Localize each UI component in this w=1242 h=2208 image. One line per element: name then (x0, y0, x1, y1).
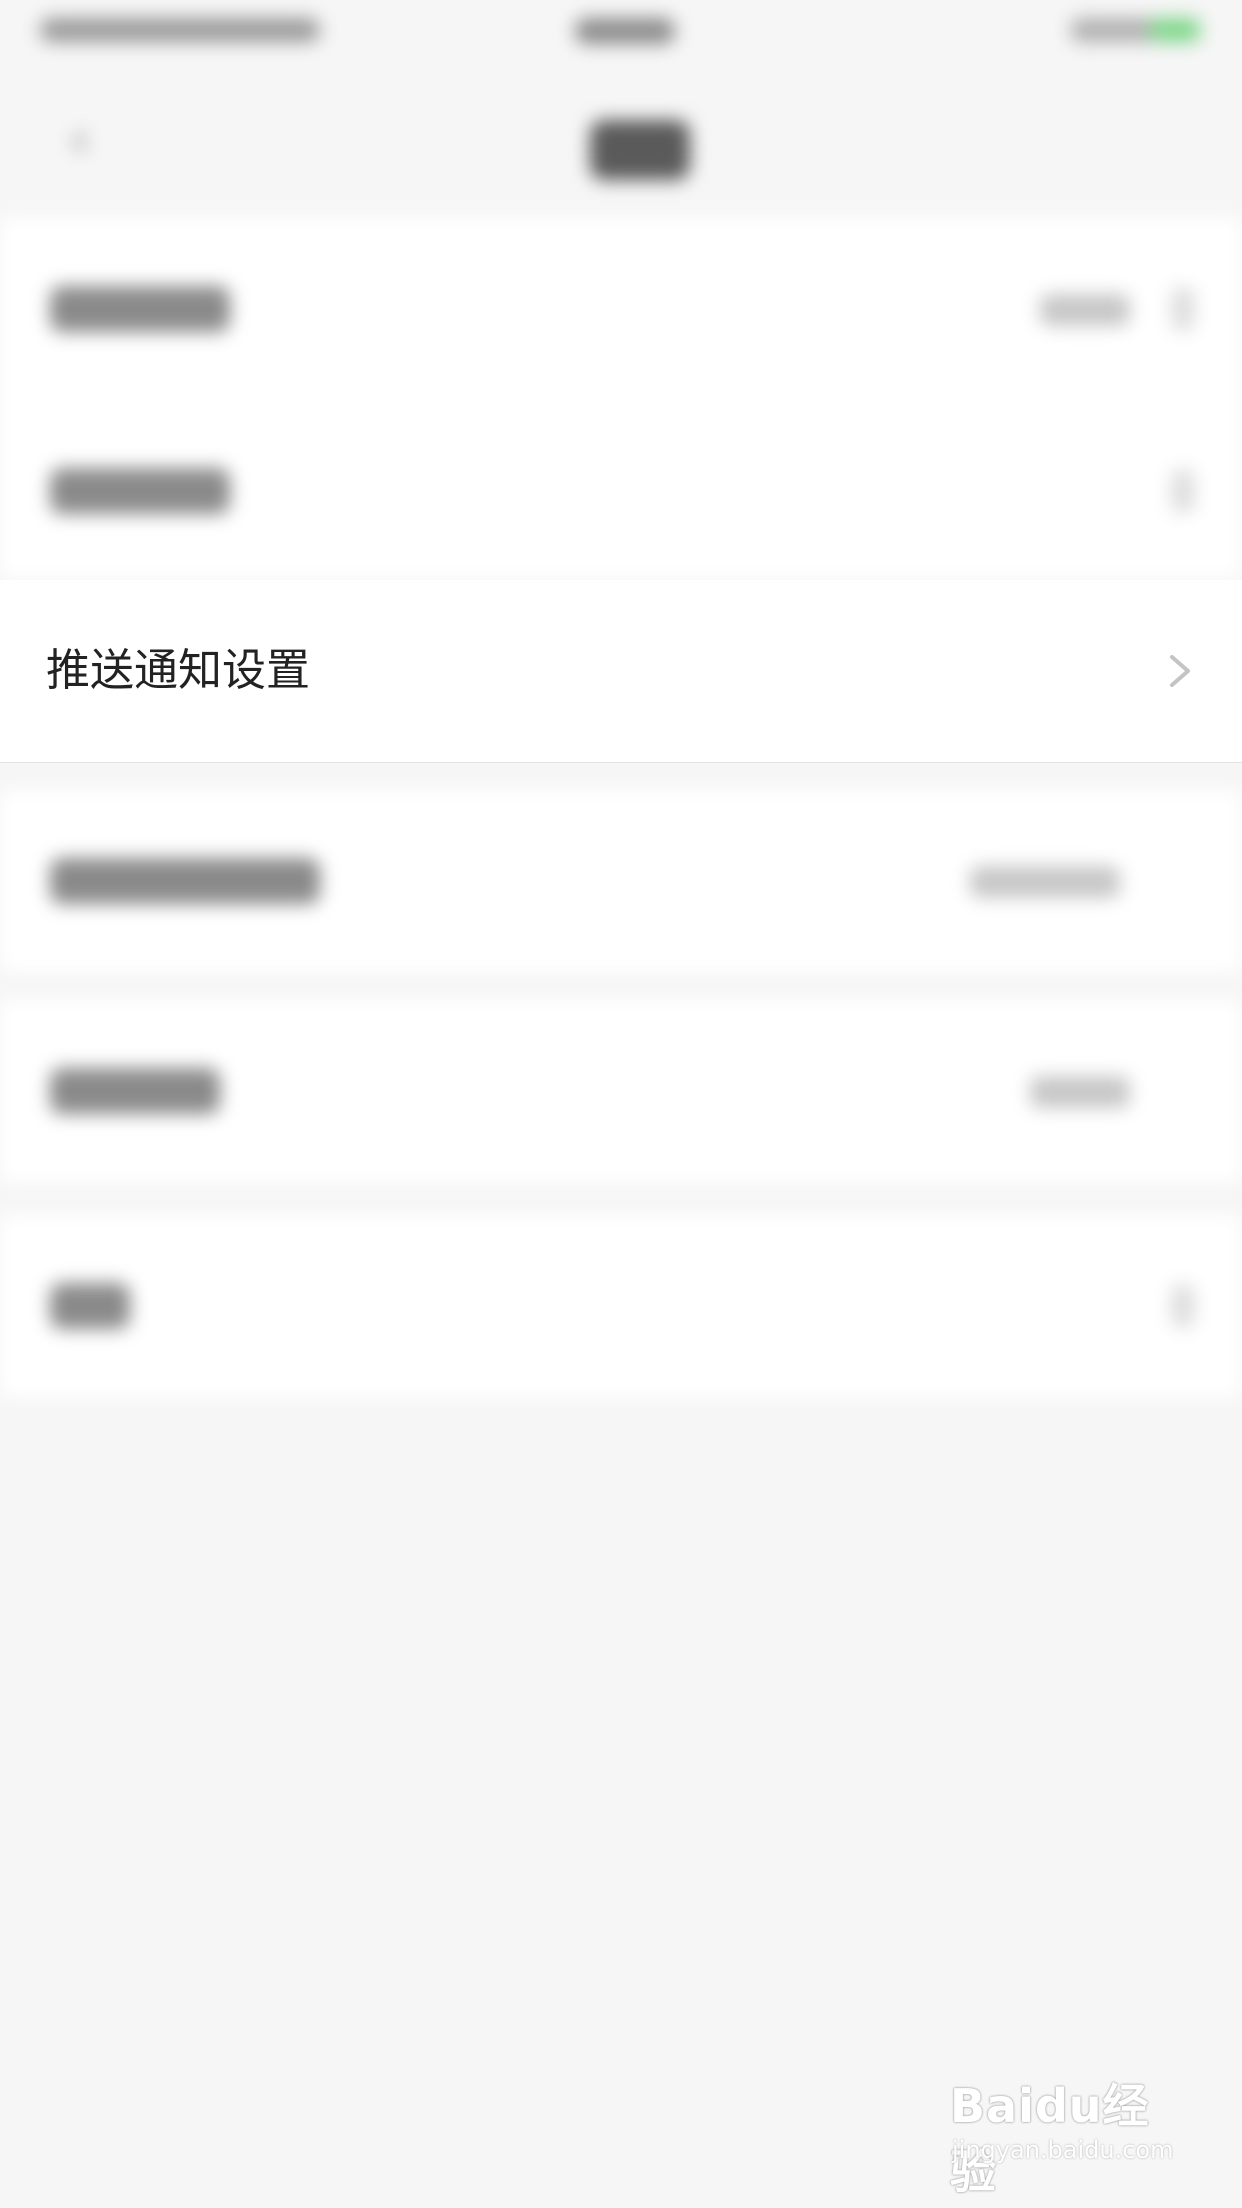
row-label (50, 1283, 130, 1329)
settings-row[interactable] (0, 1215, 1242, 1397)
settings-group-2 (0, 790, 1242, 972)
row-label (50, 286, 230, 332)
push-notification-settings-row[interactable]: 推送通知设置 (0, 580, 1242, 763)
settings-row[interactable] (0, 218, 1242, 400)
status-carrier (40, 18, 320, 42)
push-notification-settings-label: 推送通知设置 (46, 645, 310, 696)
row-label (50, 468, 230, 514)
page-title (590, 120, 690, 180)
baidu-jingyan-watermark: Baidu经验 jingyan.baidu.com (950, 2070, 1190, 2199)
row-value (1030, 1076, 1130, 1108)
row-label (50, 858, 320, 904)
chevron-right-icon (1172, 1285, 1194, 1327)
settings-group-3 (0, 1000, 1242, 1182)
settings-row[interactable] (0, 1000, 1242, 1182)
navigation-bar: ‹ (0, 70, 1242, 220)
status-bar (0, 0, 1242, 70)
row-value (970, 866, 1120, 898)
settings-group-1 (0, 218, 1242, 578)
row-label (50, 1068, 220, 1114)
chevron-right-icon (1172, 288, 1194, 330)
settings-row[interactable] (0, 790, 1242, 972)
watermark-url: jingyan.baidu.com (952, 2136, 1174, 2164)
row-value (1040, 294, 1130, 326)
battery-icon (1150, 18, 1200, 42)
chevron-right-icon (1172, 470, 1194, 512)
status-indicators (1070, 18, 1160, 42)
settings-row[interactable] (0, 400, 1242, 582)
back-arrow-icon[interactable]: ‹ (70, 110, 110, 170)
status-time (575, 18, 675, 44)
chevron-right-icon (1170, 655, 1190, 687)
settings-group-4 (0, 1215, 1242, 1397)
